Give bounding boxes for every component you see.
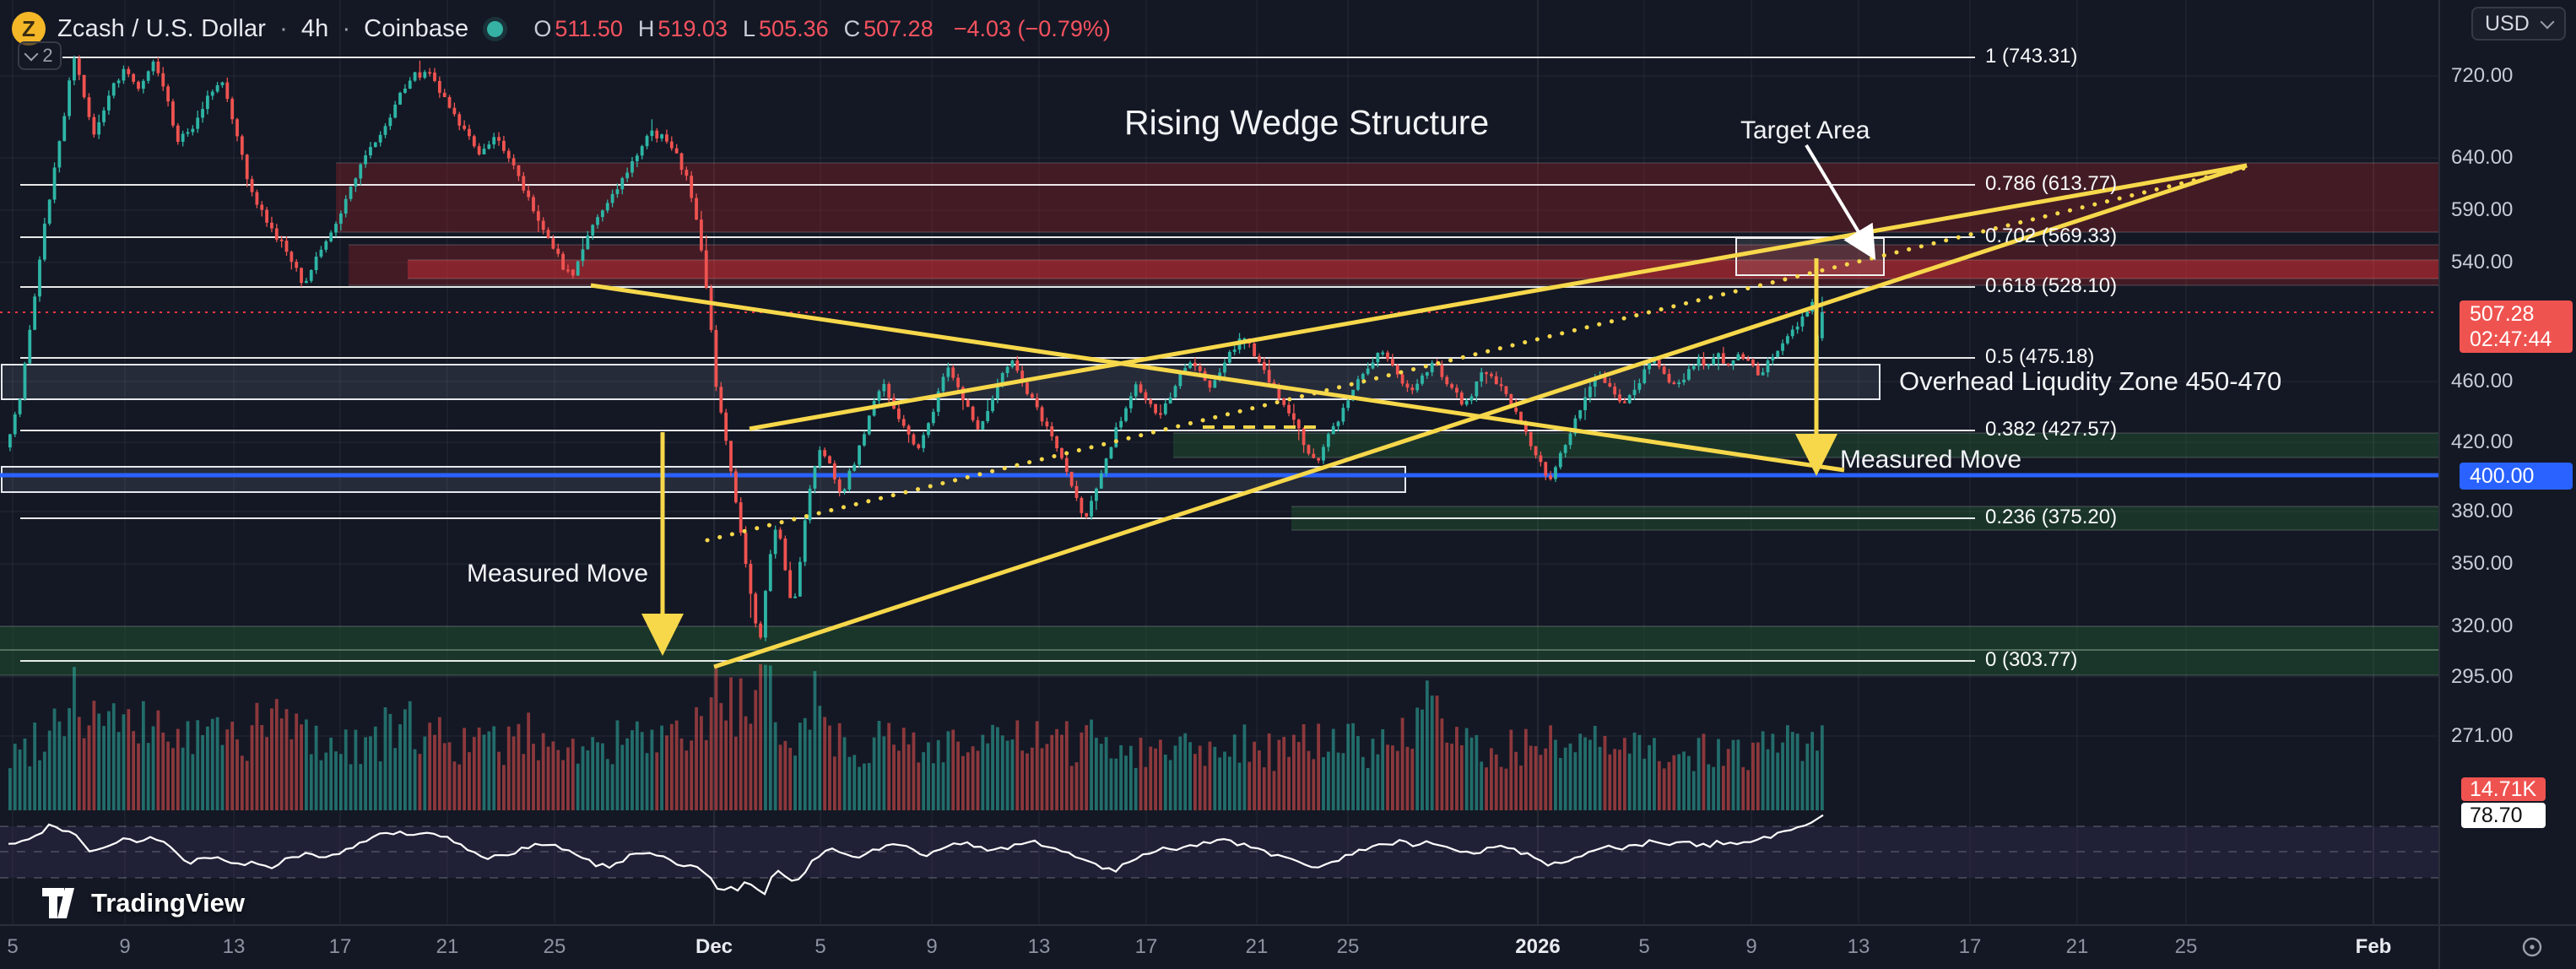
fib-label: 0.702 (569.33) — [1985, 225, 2117, 248]
current-price: 507.28 — [2470, 301, 2573, 327]
time-tick: 17 — [1932, 935, 2008, 959]
high-label: H — [638, 16, 655, 42]
time-tick: 17 — [302, 935, 378, 959]
time-tick: 25 — [1310, 935, 1386, 959]
annotation-measured-move-right[interactable]: Measured Move — [1840, 446, 2021, 474]
currency-dropdown[interactable]: USD — [2471, 7, 2566, 41]
fib-label: 0.786 (613.77) — [1985, 172, 2117, 196]
volume-badge: 14.71K — [2461, 777, 2546, 801]
price-tick: 420.00 — [2451, 430, 2513, 454]
low-label: L — [743, 16, 755, 42]
exchange-label[interactable]: Coinbase — [364, 15, 468, 43]
supply-bright — [408, 260, 2439, 279]
price-tick: 295.00 — [2451, 665, 2513, 689]
candles — [8, 55, 1824, 641]
high-value: 519.03 — [658, 16, 728, 42]
time-tick: 9 — [894, 935, 970, 959]
rsi-badge: 78.70 — [2461, 803, 2546, 828]
ohlc-values: O 511.50 H 519.03 L 505.36 C 507.28 — [522, 16, 933, 42]
symbol-title[interactable]: Zcash / U.S. Dollar — [57, 15, 266, 43]
supply-upper — [336, 163, 2439, 232]
time-tick: 5 — [1606, 935, 1682, 959]
time-tick: 21 — [1219, 935, 1295, 959]
time-tick: 5 — [782, 935, 858, 959]
legend-separator: · — [279, 15, 288, 43]
price-tick: 720.00 — [2451, 64, 2513, 88]
volume-value: 14.71K — [2470, 777, 2546, 802]
interval-label[interactable]: 4h — [301, 15, 329, 43]
fib-label: 1 (743.31) — [1985, 45, 2077, 68]
time-tick: 2026 — [1500, 935, 1576, 959]
level-400-badge: 400.00 — [2460, 463, 2573, 490]
fib-lines — [20, 57, 1975, 661]
fib-label: 0 (303.77) — [1985, 648, 2077, 672]
annotation-measured-move-left[interactable]: Measured Move — [467, 560, 648, 588]
close-value: 507.28 — [863, 16, 934, 42]
current-price-badge: 507.28 02:47:44 — [2460, 300, 2573, 353]
volume-bars — [8, 664, 1824, 810]
price-tick: 380.00 — [2451, 500, 2513, 523]
price-tick: 590.00 — [2451, 198, 2513, 222]
price-tick: 540.00 — [2451, 251, 2513, 274]
chart-canvas[interactable] — [0, 0, 2576, 969]
open-label: O — [533, 16, 551, 42]
annotation-rising-wedge[interactable]: Rising Wedge Structure — [1124, 103, 1489, 143]
time-tick: 5 — [0, 935, 51, 959]
market-status-icon — [487, 21, 503, 37]
price-tick: 320.00 — [2451, 614, 2513, 638]
symbol-legend[interactable]: Z Zcash / U.S. Dollar · 4h · Coinbase O … — [12, 10, 1111, 47]
rsi-value: 78.70 — [2470, 804, 2546, 828]
time-tick: 9 — [87, 935, 163, 959]
time-tick: 21 — [409, 935, 485, 959]
price-tick: 271.00 — [2451, 724, 2513, 748]
annotation-overhead-zone[interactable]: Overhead Liqudity Zone 450-470 — [1899, 366, 2281, 397]
time-tick: 9 — [1713, 935, 1789, 959]
liquidity-box-400 — [2, 467, 1405, 492]
price-tick: 640.00 — [2451, 146, 2513, 170]
close-label: C — [844, 16, 861, 42]
level-400-value: 400.00 — [2470, 464, 2573, 489]
fib-label: 0.618 (528.10) — [1985, 274, 2117, 298]
chevron-down-icon — [24, 47, 39, 62]
bar-countdown: 02:47:44 — [2470, 327, 2573, 352]
time-tick: 17 — [1108, 935, 1184, 959]
fib-label: 0.382 (427.57) — [1985, 418, 2117, 441]
tradingview-brand-text: TradingView — [91, 888, 245, 918]
legend-separator: · — [343, 15, 351, 43]
indicators-collapse-button[interactable]: 2 — [18, 41, 62, 70]
currency-label: USD — [2485, 12, 2530, 36]
tradingview-logo[interactable]: TradingView — [42, 888, 245, 918]
time-tick: Dec — [676, 935, 752, 959]
fib-label: 0.236 (375.20) — [1985, 506, 2117, 529]
chevron-down-icon — [2541, 15, 2555, 30]
annotation-target-area[interactable]: Target Area — [1740, 116, 1870, 145]
zcash-coin-icon: Z — [12, 12, 46, 46]
low-value: 505.36 — [759, 16, 829, 42]
time-tick: Feb — [2335, 935, 2411, 959]
time-tick: 21 — [2039, 935, 2115, 959]
time-tick: 25 — [2148, 935, 2224, 959]
change-value: −4.03 (−0.79%) — [954, 16, 1111, 42]
price-tick: 460.00 — [2451, 370, 2513, 393]
indicator-count: 2 — [42, 45, 52, 67]
time-tick: 25 — [517, 935, 593, 959]
tradingview-mark-icon — [42, 888, 79, 918]
time-tick: 13 — [1001, 935, 1077, 959]
time-tick: 13 — [1821, 935, 1897, 959]
time-tick: 13 — [196, 935, 272, 959]
open-value: 511.50 — [555, 16, 623, 42]
timezone-settings-icon[interactable] — [2517, 932, 2547, 962]
fib-label: 0.5 (475.18) — [1985, 345, 2094, 369]
price-tick: 350.00 — [2451, 552, 2513, 576]
